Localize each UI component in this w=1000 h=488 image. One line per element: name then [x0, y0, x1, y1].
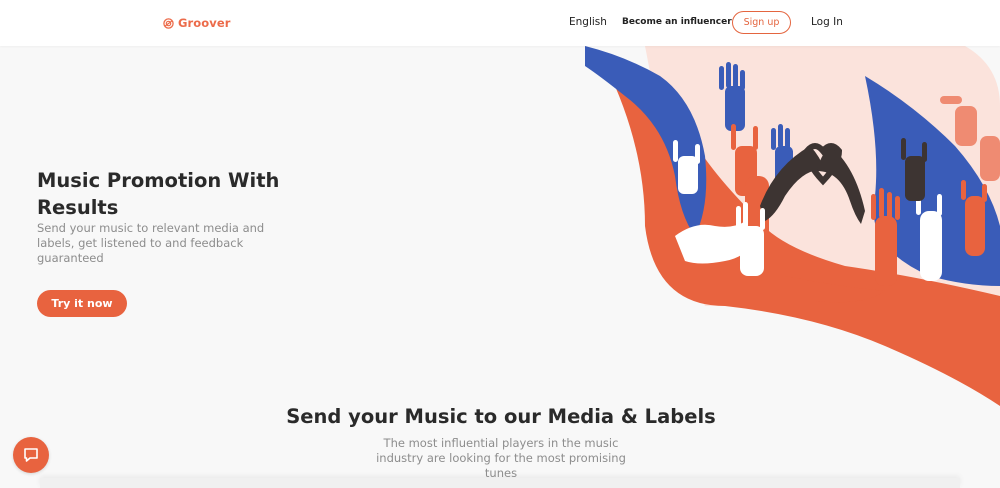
try-it-now-button[interactable]: Try it now — [37, 290, 127, 317]
groover-logo-icon — [163, 17, 174, 29]
log-in-link[interactable]: Log In — [811, 16, 843, 28]
chat-bubble-icon — [24, 448, 38, 462]
hero-subtitle: Send your music to relevant media and la… — [37, 221, 265, 265]
hero-illustration — [585, 46, 1000, 406]
hero-title: Music Promotion With Results — [37, 169, 280, 219]
section-title: Send your Music to our Media & Labels — [286, 405, 716, 428]
top-nav-bar: Groover English Become an influencer Sig… — [0, 0, 1000, 46]
become-influencer-link[interactable]: Become an influencer — [622, 17, 732, 27]
logo-text: Groover — [178, 16, 231, 30]
language-selector[interactable]: English — [569, 16, 607, 28]
sign-up-button[interactable]: Sign up — [732, 11, 791, 34]
groover-logo[interactable]: Groover — [163, 15, 231, 31]
section-subtitle: The most influential players in the musi… — [376, 436, 626, 480]
chat-button[interactable] — [13, 437, 49, 473]
